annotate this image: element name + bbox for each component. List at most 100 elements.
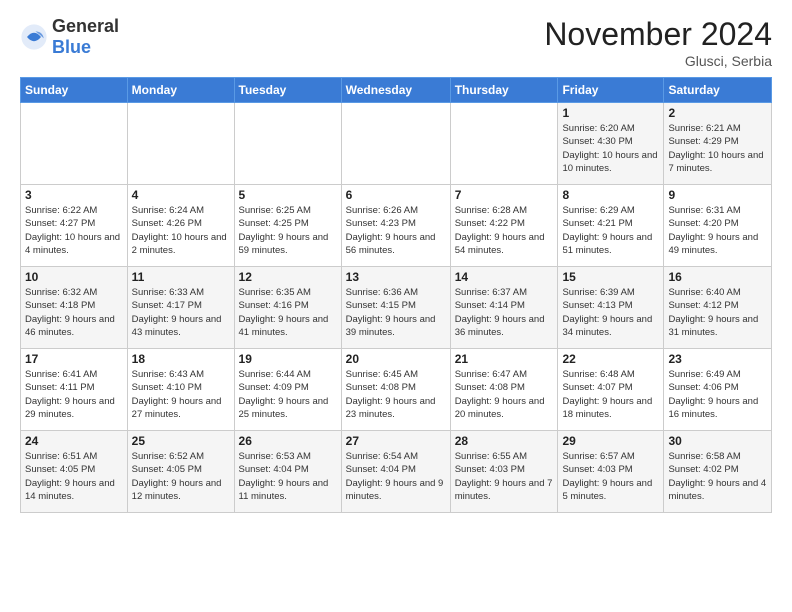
calendar-cell: 17 Sunrise: 6:41 AM Sunset: 4:11 PM Dayli… — [21, 349, 128, 431]
calendar-cell: 6 Sunrise: 6:26 AM Sunset: 4:23 PM Daylig… — [341, 185, 450, 267]
calendar-cell: 29 Sunrise: 6:57 AM Sunset: 4:03 PM Dayli… — [558, 431, 664, 513]
col-header-monday: Monday — [127, 78, 234, 103]
calendar-cell: 26 Sunrise: 6:53 AM Sunset: 4:04 PM Dayli… — [234, 431, 341, 513]
calendar-cell: 7Sunrise: 6:28 AM Sunset: 4:22 PM Daylig… — [450, 185, 558, 267]
day-info: Sunrise: 6:47 AM Sunset: 4:08 PM Dayligh… — [455, 368, 554, 421]
calendar-cell: 22 Sunrise: 6:48 AM Sunset: 4:07 PM Dayli… — [558, 349, 664, 431]
day-number: 5 — [239, 188, 337, 202]
col-header-thursday: Thursday — [450, 78, 558, 103]
day-info: Sunrise: 6:28 AM Sunset: 4:22 PM Dayligh… — [455, 204, 554, 257]
logo-blue: Blue — [52, 37, 91, 57]
calendar-cell: 13 Sunrise: 6:36 AM Sunset: 4:15 PM Dayli… — [341, 267, 450, 349]
day-number: 1 — [562, 106, 659, 120]
logo: General Blue — [20, 16, 119, 58]
day-number: 25 — [132, 434, 230, 448]
logo-general: General — [52, 16, 119, 36]
day-info: Sunrise: 6:41 AM Sunset: 4:11 PM Dayligh… — [25, 368, 123, 421]
day-number: 17 — [25, 352, 123, 366]
day-info: Sunrise: 6:44 AM Sunset: 4:09 PM Dayligh… — [239, 368, 337, 421]
calendar-cell: 14 Sunrise: 6:37 AM Sunset: 4:14 PM Dayli… — [450, 267, 558, 349]
day-info: Sunrise: 6:54 AM Sunset: 4:04 PM Dayligh… — [346, 450, 446, 503]
day-number: 8 — [562, 188, 659, 202]
day-info: Sunrise: 6:53 AM Sunset: 4:04 PM Dayligh… — [239, 450, 337, 503]
location: Glusci, Serbia — [544, 53, 772, 69]
col-header-sunday: Sunday — [21, 78, 128, 103]
calendar-cell: 2Sunrise: 6:21 AM Sunset: 4:29 PM Daylig… — [664, 103, 772, 185]
day-number: 4 — [132, 188, 230, 202]
calendar-cell: 3 Sunrise: 6:22 AM Sunset: 4:27 PM Daylig… — [21, 185, 128, 267]
day-info: Sunrise: 6:25 AM Sunset: 4:25 PM Dayligh… — [239, 204, 337, 257]
day-info: Sunrise: 6:40 AM Sunset: 4:12 PM Dayligh… — [668, 286, 767, 339]
calendar-cell: 5 Sunrise: 6:25 AM Sunset: 4:25 PM Daylig… — [234, 185, 341, 267]
day-info: Sunrise: 6:58 AM Sunset: 4:02 PM Dayligh… — [668, 450, 767, 503]
calendar-cell: 28Sunrise: 6:55 AM Sunset: 4:03 PM Dayli… — [450, 431, 558, 513]
calendar-cell: 20 Sunrise: 6:45 AM Sunset: 4:08 PM Dayli… — [341, 349, 450, 431]
day-number: 19 — [239, 352, 337, 366]
day-info: Sunrise: 6:20 AM Sunset: 4:30 PM Dayligh… — [562, 122, 659, 175]
day-number: 12 — [239, 270, 337, 284]
calendar-cell — [341, 103, 450, 185]
calendar-cell: 1 Sunrise: 6:20 AM Sunset: 4:30 PM Daylig… — [558, 103, 664, 185]
day-info: Sunrise: 6:31 AM Sunset: 4:20 PM Dayligh… — [668, 204, 767, 257]
col-header-tuesday: Tuesday — [234, 78, 341, 103]
calendar-cell: 15Sunrise: 6:39 AM Sunset: 4:13 PM Dayli… — [558, 267, 664, 349]
day-number: 24 — [25, 434, 123, 448]
calendar-header-row: SundayMondayTuesdayWednesdayThursdayFrid… — [21, 78, 772, 103]
day-info: Sunrise: 6:43 AM Sunset: 4:10 PM Dayligh… — [132, 368, 230, 421]
day-info: Sunrise: 6:48 AM Sunset: 4:07 PM Dayligh… — [562, 368, 659, 421]
calendar-cell: 27Sunrise: 6:54 AM Sunset: 4:04 PM Dayli… — [341, 431, 450, 513]
day-number: 26 — [239, 434, 337, 448]
day-number: 6 — [346, 188, 446, 202]
day-number: 15 — [562, 270, 659, 284]
title-block: November 2024 Glusci, Serbia — [544, 16, 772, 69]
day-info: Sunrise: 6:37 AM Sunset: 4:14 PM Dayligh… — [455, 286, 554, 339]
page: General Blue November 2024 Glusci, Serbi… — [0, 0, 792, 612]
day-info: Sunrise: 6:35 AM Sunset: 4:16 PM Dayligh… — [239, 286, 337, 339]
day-number: 29 — [562, 434, 659, 448]
month-title: November 2024 — [544, 16, 772, 53]
calendar-cell: 24 Sunrise: 6:51 AM Sunset: 4:05 PM Dayli… — [21, 431, 128, 513]
col-header-friday: Friday — [558, 78, 664, 103]
day-number: 22 — [562, 352, 659, 366]
day-number: 13 — [346, 270, 446, 284]
col-header-saturday: Saturday — [664, 78, 772, 103]
day-number: 28 — [455, 434, 554, 448]
calendar-cell: 9 Sunrise: 6:31 AM Sunset: 4:20 PM Daylig… — [664, 185, 772, 267]
calendar-cell: 21 Sunrise: 6:47 AM Sunset: 4:08 PM Dayli… — [450, 349, 558, 431]
calendar-cell: 30Sunrise: 6:58 AM Sunset: 4:02 PM Dayli… — [664, 431, 772, 513]
day-info: Sunrise: 6:49 AM Sunset: 4:06 PM Dayligh… — [668, 368, 767, 421]
day-number: 10 — [25, 270, 123, 284]
day-number: 18 — [132, 352, 230, 366]
calendar-cell: 8Sunrise: 6:29 AM Sunset: 4:21 PM Daylig… — [558, 185, 664, 267]
day-number: 20 — [346, 352, 446, 366]
day-number: 16 — [668, 270, 767, 284]
day-number: 3 — [25, 188, 123, 202]
day-number: 2 — [668, 106, 767, 120]
day-number: 9 — [668, 188, 767, 202]
day-info: Sunrise: 6:22 AM Sunset: 4:27 PM Dayligh… — [25, 204, 123, 257]
day-number: 11 — [132, 270, 230, 284]
calendar-cell: 23 Sunrise: 6:49 AM Sunset: 4:06 PM Dayli… — [664, 349, 772, 431]
calendar-cell: 4 Sunrise: 6:24 AM Sunset: 4:26 PM Daylig… — [127, 185, 234, 267]
calendar-week-0: 1 Sunrise: 6:20 AM Sunset: 4:30 PM Daylig… — [21, 103, 772, 185]
day-info: Sunrise: 6:57 AM Sunset: 4:03 PM Dayligh… — [562, 450, 659, 503]
day-info: Sunrise: 6:26 AM Sunset: 4:23 PM Dayligh… — [346, 204, 446, 257]
logo-text: General Blue — [52, 16, 119, 58]
day-number: 21 — [455, 352, 554, 366]
day-info: Sunrise: 6:24 AM Sunset: 4:26 PM Dayligh… — [132, 204, 230, 257]
calendar-cell — [127, 103, 234, 185]
col-header-wednesday: Wednesday — [341, 78, 450, 103]
calendar: SundayMondayTuesdayWednesdayThursdayFrid… — [20, 77, 772, 513]
day-info: Sunrise: 6:51 AM Sunset: 4:05 PM Dayligh… — [25, 450, 123, 503]
day-info: Sunrise: 6:36 AM Sunset: 4:15 PM Dayligh… — [346, 286, 446, 339]
logo-icon — [20, 23, 48, 51]
day-info: Sunrise: 6:45 AM Sunset: 4:08 PM Dayligh… — [346, 368, 446, 421]
day-info: Sunrise: 6:33 AM Sunset: 4:17 PM Dayligh… — [132, 286, 230, 339]
calendar-cell — [450, 103, 558, 185]
calendar-cell: 11 Sunrise: 6:33 AM Sunset: 4:17 PM Dayli… — [127, 267, 234, 349]
calendar-cell: 18 Sunrise: 6:43 AM Sunset: 4:10 PM Dayli… — [127, 349, 234, 431]
day-number: 23 — [668, 352, 767, 366]
day-info: Sunrise: 6:32 AM Sunset: 4:18 PM Dayligh… — [25, 286, 123, 339]
calendar-cell: 25Sunrise: 6:52 AM Sunset: 4:05 PM Dayli… — [127, 431, 234, 513]
day-number: 14 — [455, 270, 554, 284]
